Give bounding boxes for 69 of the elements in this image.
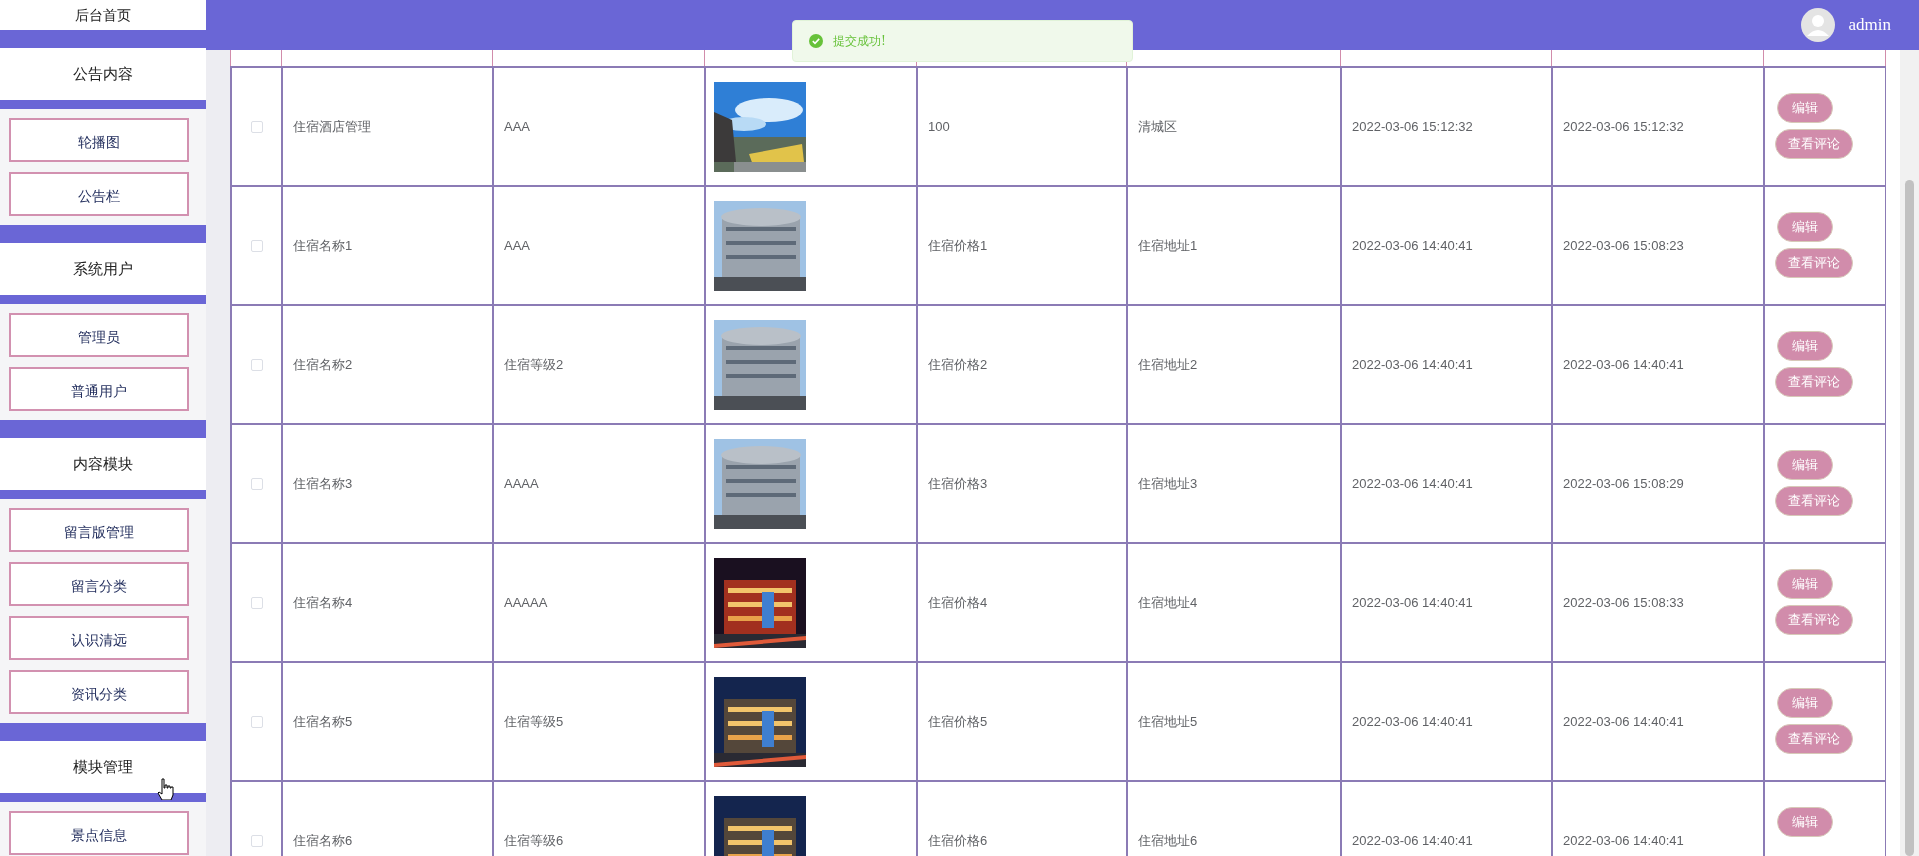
table-cell-text: 住宿地址4 [1138, 593, 1198, 612]
checkbox[interactable] [250, 239, 263, 252]
table-cell-text: 住宿名称6 [293, 831, 353, 850]
avatar-icon[interactable] [1800, 8, 1835, 42]
sidebar-item[interactable]: 轮播图 [9, 118, 189, 162]
table-cell-text: AAAAA [504, 593, 548, 612]
check-circle-icon [809, 34, 823, 48]
sidebar-item[interactable]: 普通用户 [9, 367, 189, 411]
sidebar-group-title[interactable]: 内容模块 [0, 438, 206, 490]
table-cell-text: 住宿价格3 [928, 474, 988, 493]
checkbox[interactable] [250, 358, 263, 371]
sidebar-group-title[interactable]: 系统用户 [0, 243, 206, 295]
checkbox[interactable] [250, 715, 263, 728]
table-cell-text: 住宿地址6 [1138, 831, 1198, 850]
table-cell-text: AAA [504, 117, 530, 136]
table-cell-text: 2022-03-06 14:40:41 [1352, 712, 1473, 731]
table-cell-text: 2022-03-06 15:12:32 [1352, 117, 1473, 136]
table-cell-text: 住宿地址2 [1138, 355, 1198, 374]
table-cell-text: 2022-03-06 15:08:29 [1563, 474, 1684, 493]
sidebar-item[interactable]: 资讯分类 [9, 670, 189, 714]
checkbox[interactable] [250, 477, 263, 490]
user-name[interactable]: admin [1848, 12, 1891, 38]
table-cell-text: 2022-03-06 14:40:41 [1352, 593, 1473, 612]
table-cell-text: 住宿等级5 [504, 712, 564, 731]
table-cell-text: 住宿地址1 [1138, 236, 1198, 255]
table-cell-text: AAAA [504, 474, 539, 493]
table-cell-text: 2022-03-06 14:40:41 [1352, 474, 1473, 493]
table-cell-text: 住宿名称1 [293, 236, 353, 255]
scrollbar[interactable] [1900, 50, 1919, 856]
table-cell-text: 住宿名称5 [293, 712, 353, 731]
table-cell-text: 住宿价格4 [928, 593, 988, 612]
table-cell-text: 清城区 [1138, 117, 1177, 136]
table-cell-text: 住宿价格5 [928, 712, 988, 731]
table-cell-text: 2022-03-06 15:12:32 [1563, 117, 1684, 136]
toast-message: 提交成功! [833, 33, 886, 50]
sidebar-item[interactable]: 认识清远 [9, 616, 189, 660]
sidebar-item[interactable]: 后台首页 [0, 0, 206, 30]
checkbox[interactable] [250, 834, 263, 847]
table-cell-text: 2022-03-06 14:40:41 [1563, 355, 1684, 374]
table-cell-text: 住宿等级2 [504, 355, 564, 374]
table-cell-text: AAA [504, 236, 530, 255]
table-cell-text: 住宿酒店管理 [293, 117, 371, 136]
sidebar-item[interactable]: 管理员 [9, 313, 189, 357]
table-cell-text: 住宿价格2 [928, 355, 988, 374]
table-cell-text: 住宿价格1 [928, 236, 988, 255]
table-cell-text: 2022-03-06 14:40:41 [1352, 236, 1473, 255]
table-cell-text: 2022-03-06 14:40:41 [1563, 831, 1684, 850]
sidebar-item[interactable]: 景点信息 [9, 811, 189, 855]
table-cell-text: 2022-03-06 15:08:23 [1563, 236, 1684, 255]
table-cell-text: 住宿名称2 [293, 355, 353, 374]
sidebar-item[interactable]: 留言分类 [9, 562, 189, 606]
table-cell-text: 2022-03-06 15:08:33 [1563, 593, 1684, 612]
table-cell-text: 住宿名称3 [293, 474, 353, 493]
sidebar-item[interactable]: 公告栏 [9, 172, 189, 216]
table-cell-text: 2022-03-06 14:40:41 [1352, 355, 1473, 374]
table-cell-text: 住宿价格6 [928, 831, 988, 850]
table-cell-text: 住宿地址5 [1138, 712, 1198, 731]
sidebar-group-title[interactable]: 公告内容 [0, 48, 206, 100]
sidebar-group-title[interactable]: 模块管理 [0, 741, 206, 793]
table-cell-text: 住宿名称4 [293, 593, 353, 612]
table-cell-text: 2022-03-06 14:40:41 [1563, 712, 1684, 731]
table-cell-text: 住宿地址3 [1138, 474, 1198, 493]
table-cell-text: 100 [928, 117, 950, 136]
table-cell-text: 2022-03-06 14:40:41 [1352, 831, 1473, 850]
table-cell-text: 住宿等级6 [504, 831, 564, 850]
checkbox[interactable] [250, 596, 263, 609]
sidebar-item[interactable]: 留言版管理 [9, 508, 189, 552]
checkbox[interactable] [250, 120, 263, 133]
hand-cursor-icon [157, 778, 175, 800]
